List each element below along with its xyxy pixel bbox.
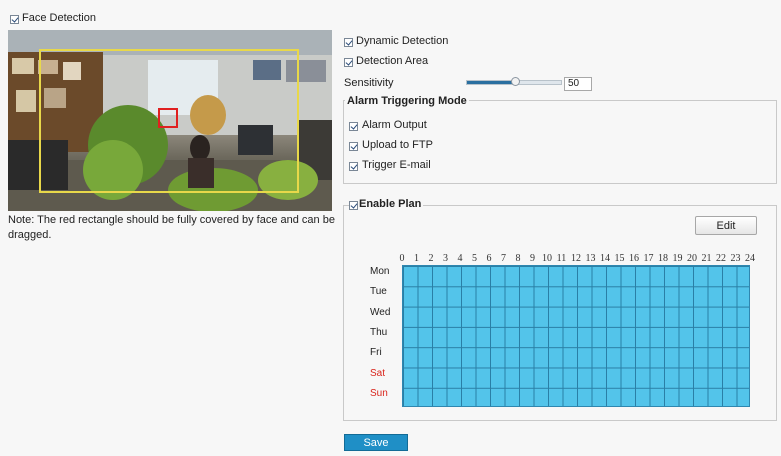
trigger-email-checkbox[interactable] (349, 162, 358, 171)
hour-label: 4 (457, 253, 463, 264)
hour-label: 9 (530, 253, 535, 264)
save-button[interactable]: Save (344, 434, 408, 451)
day-label-tue: Tue (370, 286, 387, 298)
dynamic-detection-checkbox[interactable] (344, 38, 353, 47)
hour-label: 2 (428, 253, 434, 264)
note-line2: dragged. (8, 229, 52, 241)
note-line1: Note: The red rectangle should be fully … (8, 214, 335, 226)
sensitivity-slider-thumb[interactable] (510, 77, 520, 86)
hour-label: 0 (399, 253, 405, 264)
day-label-fri: Fri (370, 347, 382, 359)
face-detection-checkbox[interactable] (10, 15, 19, 24)
alarm-legend: Alarm Triggering Mode (345, 95, 469, 107)
trigger-email-label: Trigger E-mail (362, 159, 431, 171)
hour-label: 23 (730, 253, 741, 264)
face-detection-label: Face Detection (22, 12, 96, 24)
hour-label: 16 (629, 253, 639, 264)
hour-label: 17 (643, 253, 654, 264)
detection-area-label: Detection Area (356, 55, 429, 67)
hour-label: 24 (745, 253, 755, 264)
hour-label: 18 (658, 253, 668, 264)
hour-label: 20 (687, 253, 697, 264)
hour-label: 21 (701, 253, 712, 264)
upload-ftp-checkbox[interactable] (349, 142, 358, 151)
sensitivity-value-field[interactable]: 50 (564, 77, 592, 91)
sensitivity-slider-fill (467, 81, 515, 84)
hour-label: 19 (672, 253, 683, 264)
schedule-grid[interactable] (402, 265, 750, 407)
hour-label: 10 (542, 253, 552, 264)
page: Face Detection Note: The red rectangle s… (0, 0, 781, 456)
hour-label: 6 (486, 253, 492, 264)
hour-label: 12 (571, 253, 581, 264)
hour-label: 22 (716, 253, 726, 264)
hour-label: 1 (414, 253, 419, 264)
hour-label: 14 (600, 253, 610, 264)
hour-label: 5 (472, 253, 477, 264)
video-preview[interactable] (8, 30, 332, 211)
day-label-wed: Wed (370, 306, 391, 318)
day-label-thu: Thu (370, 326, 388, 338)
day-label-mon: Mon (370, 266, 390, 277)
hour-label: 13 (585, 253, 596, 264)
sensitivity-label: Sensitivity (344, 77, 394, 89)
camera-scene (8, 30, 332, 211)
alarm-output-label: Alarm Output (362, 119, 427, 131)
plan-legend: Enable Plan (357, 198, 424, 210)
detection-area-checkbox[interactable] (344, 58, 353, 67)
day-label-sat: Sat (370, 367, 386, 379)
day-label-sun: Sun (370, 387, 388, 399)
hour-label: 15 (614, 253, 625, 264)
upload-ftp-label: Upload to FTP (362, 139, 433, 151)
edit-button[interactable]: Edit (695, 216, 757, 235)
hour-label: 11 (556, 253, 567, 264)
hour-label: 3 (443, 253, 448, 264)
hour-label: 8 (515, 253, 521, 264)
enable-plan-checkbox[interactable] (349, 201, 358, 210)
alarm-output-checkbox[interactable] (349, 122, 358, 131)
sensitivity-slider[interactable] (466, 77, 562, 86)
hour-label: 7 (501, 253, 506, 264)
dynamic-detection-label: Dynamic Detection (356, 35, 449, 47)
